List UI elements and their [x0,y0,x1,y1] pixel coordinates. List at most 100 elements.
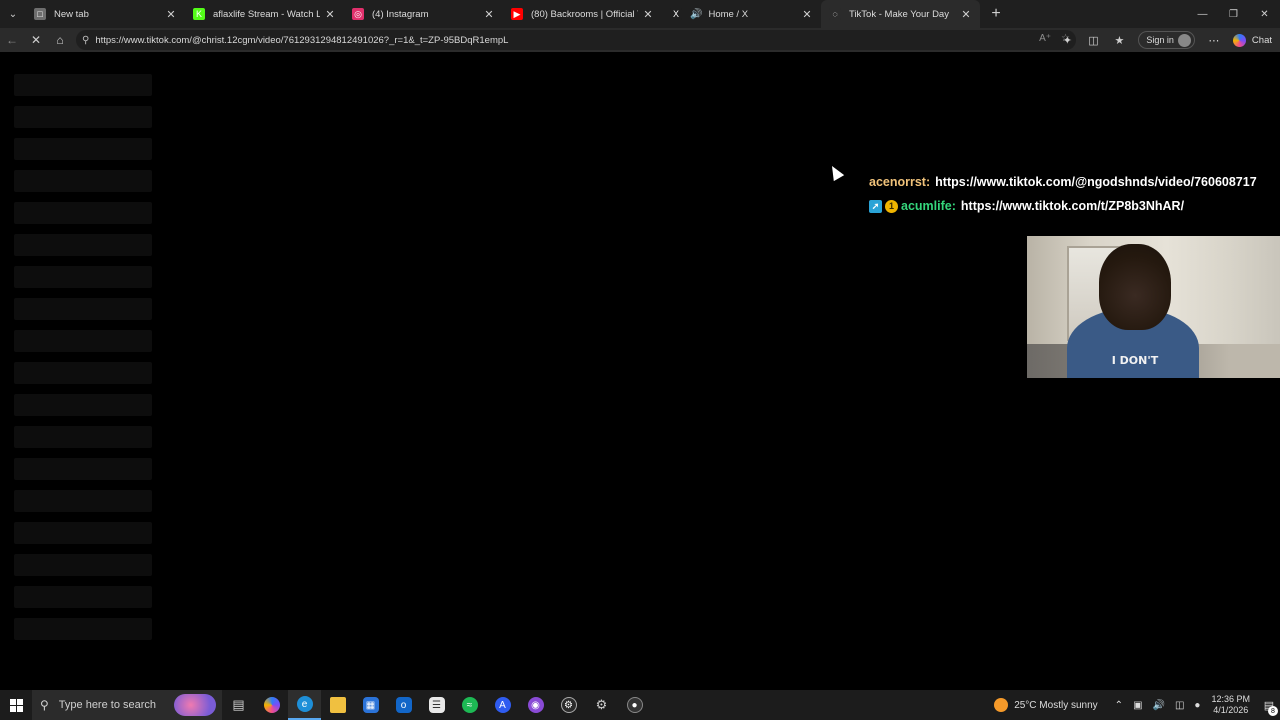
tab-title: New tab [54,8,89,20]
more-menu-icon[interactable]: ⋯ [1201,34,1227,47]
browser-tab[interactable]: X 🔊 Home / X ✕ [662,0,821,28]
site-info-icon[interactable]: ⚲ [82,35,89,46]
skeleton-bar [14,138,152,160]
skeleton-bar [14,426,152,448]
chat-label: Chat [1251,34,1272,46]
weather-text: 25°C Mostly sunny [1014,699,1098,711]
chat-message: ➚ 1 acumlife: https://www.tiktok.com/t/Z… [869,194,1280,218]
notifications-button[interactable]: ▤ 8 [1258,690,1280,720]
new-tab-button[interactable]: + [984,0,1008,28]
search-placeholder: Type here to search [58,699,157,711]
close-window-button[interactable]: ✕ [1249,0,1280,28]
favorites-icon[interactable]: ★ [1106,34,1132,47]
sign-in-button[interactable]: Sign in [1138,31,1195,49]
x-icon: X [670,8,682,20]
weather-widget[interactable]: 25°C Mostly sunny [994,698,1098,712]
restore-button[interactable]: ❐ [1218,0,1249,28]
navigation-bar: ← ✕ ⌂ ⚲ https://www.tiktok.com/@christ.1… [0,28,1280,52]
tab-strip: ⌄ □New tab✕Kaflaxlife Stream - Watch Liv… [0,0,1280,28]
chat-message: acenorrst: https://www.tiktok.com/@ngods… [869,170,1280,194]
url-text[interactable]: https://www.tiktok.com/@christ.12cgm/vid… [95,35,508,46]
browser-tab[interactable]: ◌ TikTok - Make Your Day ✕ [821,0,980,28]
moderator-badge-icon: ➚ [869,199,882,213]
outlook-icon[interactable]: o [387,690,420,720]
close-tab-icon[interactable]: ✕ [801,8,813,21]
youtube-icon: ▶ [511,8,523,20]
read-aloud-icon[interactable]: A⁺ [1039,33,1051,44]
close-tab-icon[interactable]: ✕ [642,8,654,21]
profile-avatar-icon [1177,33,1191,47]
loading-skeleton [14,74,152,650]
windows-taskbar: ⚲ Type here to search ▤ e ▦ o ☰ ≈ A ◉ ⚙ … [0,690,1280,720]
settings-icon[interactable]: ⚙ [585,690,618,720]
tab-title: Home / X [708,8,749,20]
skeleton-bar [14,362,152,384]
network-icon[interactable]: ◫ [1175,700,1184,711]
skeleton-bar [14,618,152,640]
clock[interactable]: 12:36 PM 4/1/2026 [1211,694,1250,716]
skeleton-bar [14,298,152,320]
show-hidden-icons-icon[interactable]: ⌃ [1115,700,1123,711]
copilot-taskbar-icon[interactable] [255,690,288,720]
copilot-chat-button[interactable]: Chat [1232,33,1272,47]
search-icon: ⚲ [40,698,49,712]
task-view-icon[interactable]: ▤ [222,690,255,720]
minimize-button[interactable]: — [1187,0,1218,28]
tab-title: aflaxlife Stream - Watch Live on K [213,8,320,20]
browser-tab[interactable]: ▶ (80) Backrooms | Official Trailer HD ✕ [503,0,662,28]
skeleton-bar [14,170,152,192]
skeleton-bar [14,522,152,544]
skeleton-bar [14,394,152,416]
camera-tray-icon[interactable]: ▣ [1133,700,1142,711]
split-screen-icon[interactable]: ◫ [1080,34,1106,47]
sign-in-label: Sign in [1146,35,1174,45]
home-button[interactable]: ⌂ [48,28,72,52]
webcam-person-head [1099,244,1171,330]
taskbar-search-box[interactable]: ⚲ Type here to search [32,690,222,720]
tab-title: TikTok - Make Your Day [849,8,949,20]
close-tab-icon[interactable]: ✕ [324,8,336,21]
window-controls: — ❐ ✕ [1187,0,1280,28]
spotify-icon[interactable]: ≈ [453,690,486,720]
extensions-icon[interactable]: ✦ [1054,34,1080,47]
instagram-icon: ◎ [352,8,364,20]
steam-icon[interactable]: ⚙ [552,690,585,720]
stream-chat-overlay: acenorrst: https://www.tiktok.com/@ngods… [869,170,1280,218]
skeleton-bar [14,490,152,512]
tab-audio-icon[interactable]: 🔊 [690,9,702,20]
stop-loading-button[interactable]: ✕ [24,28,48,52]
notification-count-badge: 8 [1268,706,1278,716]
weather-sun-icon [994,698,1009,712]
subscriber-badge-icon: 1 [885,199,898,213]
microsoft-store-icon[interactable]: ▦ [354,690,387,720]
kick-icon: K [193,8,205,20]
system-tray: 25°C Mostly sunny ⌃ ▣ 🔊 ◫ ● 12:36 PM 4/1… [994,690,1280,720]
discord-icon[interactable]: ◉ [519,690,552,720]
skeleton-bar [14,330,152,352]
volume-icon[interactable]: 🔊 [1153,700,1165,711]
chat-message-text: https://www.tiktok.com/@ngodshnds/video/… [935,175,1257,189]
file-explorer-icon[interactable] [321,690,354,720]
ea-app-icon[interactable]: A [486,690,519,720]
obs-studio-icon[interactable]: ● [618,690,651,720]
tab-actions-menu-button[interactable]: ⌄ [0,0,26,28]
edge-browser-icon[interactable]: e [288,690,321,720]
browser-tab[interactable]: □ New tab ✕ [26,0,185,28]
close-tab-icon[interactable]: ✕ [165,8,177,21]
address-bar[interactable]: ⚲ https://www.tiktok.com/@christ.12cgm/v… [76,30,1076,50]
tab-title: (80) Backrooms | Official Trailer HD [531,8,638,20]
skeleton-bar [14,74,152,96]
microphone-icon[interactable]: ● [1194,700,1200,711]
chat-username: acenorrst: [869,175,931,189]
browser-tab[interactable]: ◎ (4) Instagram ✕ [344,0,503,28]
back-button[interactable]: ← [0,28,24,52]
close-tab-icon[interactable]: ✕ [960,8,972,21]
browser-tab[interactable]: Kaflaxlife Stream - Watch Live on K ✕ [185,0,344,28]
skeleton-bar [14,458,152,480]
close-tab-icon[interactable]: ✕ [483,8,495,21]
chat-message-text: https://www.tiktok.com/t/ZP8b3NhAR/ [960,199,1185,213]
notepad-icon[interactable]: ☰ [420,690,453,720]
skeleton-bar [14,202,152,224]
start-button[interactable] [0,690,32,720]
webcam-overlay: I DON'T [1027,236,1280,378]
